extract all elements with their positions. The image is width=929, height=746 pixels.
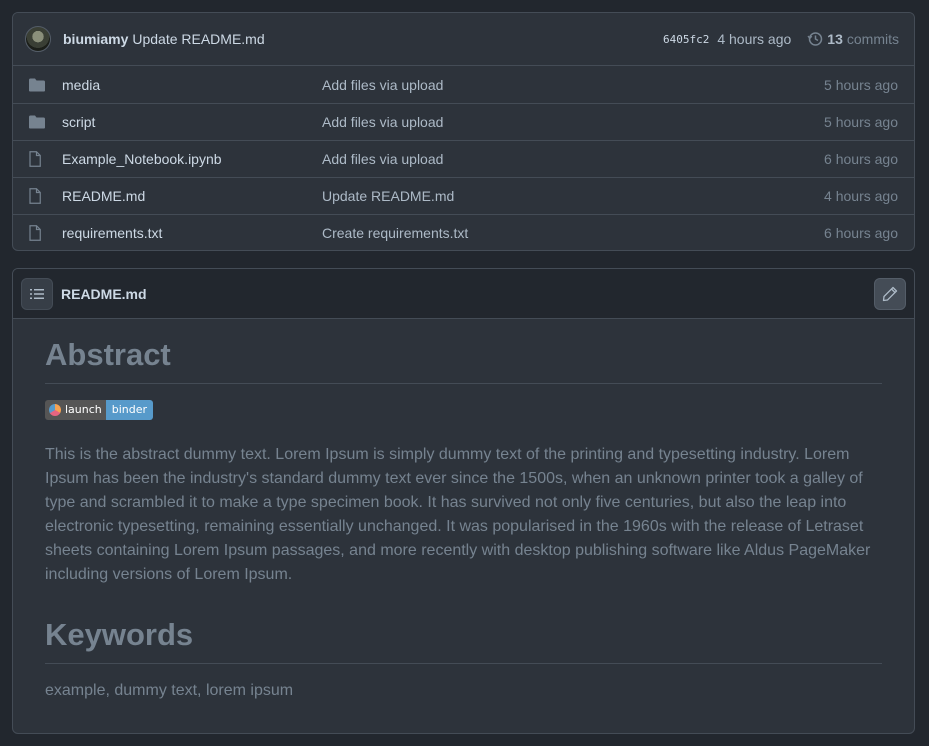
table-of-contents-button[interactable]: [21, 277, 53, 310]
file-name-link[interactable]: media: [62, 77, 322, 93]
commit-message-link[interactable]: Update README.md: [132, 31, 264, 47]
binder-logo-icon: [49, 404, 61, 416]
file-icon: [29, 151, 45, 167]
file-commit-time: 5 hours ago: [824, 76, 898, 93]
abstract-heading: Abstract: [45, 337, 882, 384]
badge-left-label: launch: [65, 403, 102, 416]
pencil-icon: [882, 286, 898, 301]
file-name-link[interactable]: script: [62, 114, 322, 130]
file-commit-message-link[interactable]: Add files via upload: [322, 114, 824, 130]
file-row: Example_Notebook.ipynb Add files via upl…: [13, 140, 914, 177]
file-name-link[interactable]: Example_Notebook.ipynb: [62, 151, 322, 167]
edit-file-button[interactable]: [874, 277, 906, 310]
list-icon: [30, 288, 44, 299]
commits-count: 13: [827, 31, 843, 47]
file-commit-time: 6 hours ago: [824, 151, 898, 167]
avatar[interactable]: [25, 26, 51, 52]
badge-left: launch: [45, 400, 106, 420]
readme-panel: README.md Abstract launch binder This is…: [12, 268, 915, 734]
file-commit-message-link[interactable]: Add files via upload: [322, 151, 824, 167]
badge-right-label: binder: [105, 400, 154, 420]
file-row: README.md Update README.md 4 hours ago: [13, 177, 914, 214]
folder-icon: [29, 114, 45, 130]
file-row: script Add files via upload 5 hours ago: [13, 103, 914, 140]
commit-author-link[interactable]: biumiamy: [63, 31, 128, 47]
readme-header: README.md: [13, 269, 914, 319]
latest-commit-bar: biumiamy Update README.md 6405fc2 4 hour…: [13, 13, 914, 66]
file-commit-time: 4 hours ago: [824, 188, 898, 204]
file-commit-message-link[interactable]: Update README.md: [322, 188, 824, 204]
file-icon: [29, 188, 45, 204]
file-name-link[interactable]: requirements.txt: [62, 225, 322, 241]
file-commit-time: 6 hours ago: [824, 225, 898, 241]
folder-icon: [29, 77, 45, 93]
keywords-heading: Keywords: [45, 617, 882, 664]
file-name-link[interactable]: README.md: [62, 188, 322, 204]
launch-binder-badge[interactable]: launch binder: [45, 400, 154, 420]
commit-history-link[interactable]: 13 commits: [807, 31, 899, 47]
file-browser: biumiamy Update README.md 6405fc2 4 hour…: [12, 12, 915, 251]
keywords-text: example, dummy text, lorem ipsum: [45, 682, 294, 699]
abstract-text: This is the abstract dummy text. Lorem I…: [45, 446, 871, 583]
readme-filename-link[interactable]: README.md: [61, 286, 147, 302]
file-commit-time: 5 hours ago: [824, 114, 898, 130]
commit-sha-link[interactable]: 6405fc2: [663, 33, 709, 46]
file-commit-message-link[interactable]: Add files via upload: [322, 77, 824, 93]
file-row: requirements.txt Create requirements.txt…: [13, 214, 914, 250]
history-icon: [807, 32, 823, 46]
readme-content: Abstract launch binder This is the abstr…: [13, 319, 914, 700]
file-commit-message-link[interactable]: Create requirements.txt: [322, 225, 824, 241]
file-row: media Add files via upload 5 hours ago: [13, 66, 914, 103]
file-icon: [29, 225, 45, 241]
commit-time: 4 hours ago: [717, 31, 792, 47]
commits-label: commits: [846, 31, 899, 47]
